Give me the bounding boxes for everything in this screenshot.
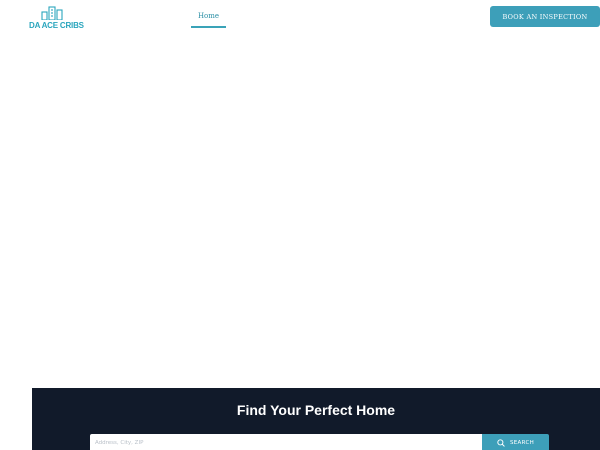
search-button-label: SEARCH bbox=[509, 440, 535, 446]
logo-text: DA ACE CRIBS bbox=[29, 21, 84, 30]
search-input[interactable] bbox=[90, 434, 482, 450]
nav-active-indicator bbox=[191, 26, 226, 28]
search-icon bbox=[497, 439, 505, 447]
book-inspection-button[interactable]: BOOK AN INSPECTION bbox=[490, 6, 600, 27]
site-header: DA ACE CRIBS Home BOOK AN INSPECTION bbox=[0, 0, 600, 38]
search-panel: Find Your Perfect Home SEARCH bbox=[32, 388, 600, 450]
search-panel-title: Find Your Perfect Home bbox=[236, 402, 396, 418]
buildings-icon bbox=[41, 6, 63, 20]
site-logo[interactable]: DA ACE CRIBS bbox=[29, 6, 84, 32]
search-button[interactable]: SEARCH bbox=[482, 434, 549, 450]
